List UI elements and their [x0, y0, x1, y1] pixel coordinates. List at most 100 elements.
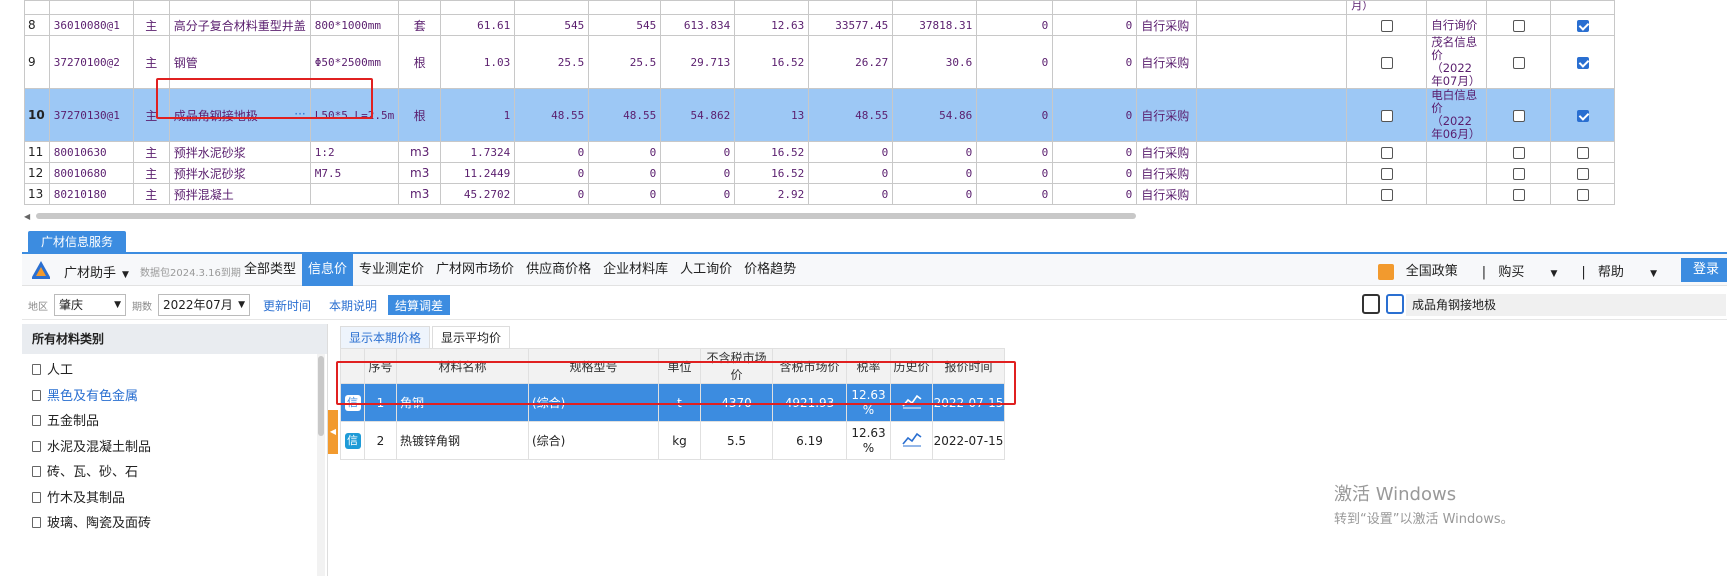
checkbox-icon[interactable]: [1512, 109, 1525, 122]
material-name[interactable]: 热镀锌角钢: [396, 421, 529, 460]
price-3[interactable]: 0: [660, 141, 736, 163]
checkbox-icon[interactable]: [1512, 167, 1525, 180]
checkbox-3[interactable]: [1550, 141, 1616, 163]
checkbox-icon[interactable]: [1380, 19, 1393, 32]
unlock-icon[interactable]: [1386, 294, 1404, 314]
price-1[interactable]: 48.55: [514, 88, 590, 142]
material-unit[interactable]: m3: [398, 141, 442, 163]
sidebar-item[interactable]: 水泥及混凝土制品: [22, 435, 327, 461]
quantity[interactable]: 61.61: [440, 14, 516, 36]
purchase-source[interactable]: 自行采购: [1136, 88, 1198, 142]
price-source[interactable]: [1426, 183, 1488, 205]
material-code[interactable]: 37270100@2: [48, 35, 134, 89]
checkbox-icon[interactable]: [1576, 56, 1589, 69]
material-unit[interactable]: 根: [398, 88, 442, 142]
history-price[interactable]: [890, 421, 933, 460]
material-type[interactable]: 主: [132, 141, 170, 163]
price-3[interactable]: 0: [660, 162, 736, 184]
amount-1[interactable]: 33577.45: [808, 14, 894, 36]
value-7[interactable]: 0: [976, 141, 1054, 163]
material-code[interactable]: 80010630: [48, 141, 134, 163]
tax-rate[interactable]: 16.52: [734, 162, 810, 184]
amount-2[interactable]: 54.86: [892, 88, 978, 142]
checkbox-icon[interactable]: [1576, 146, 1589, 159]
value-8[interactable]: 0: [1052, 14, 1138, 36]
row-number[interactable]: 10: [24, 88, 50, 142]
price-2[interactable]: 0: [588, 141, 662, 163]
checkbox-icon[interactable]: [1576, 109, 1589, 122]
info-badge-cell[interactable]: 信: [340, 421, 365, 460]
material-name[interactable]: 预拌混凝土: [168, 183, 311, 205]
checkbox-3[interactable]: [1550, 35, 1616, 89]
material-code[interactable]: 80210180: [48, 183, 134, 205]
price-3[interactable]: 54.862: [660, 88, 736, 142]
price-1[interactable]: 545: [514, 14, 590, 36]
nav-tab-3[interactable]: 广材网市场价: [430, 254, 520, 286]
nav-tab-6[interactable]: 人工询价: [674, 254, 738, 286]
sidebar-item[interactable]: 黑色及有色金属: [22, 384, 327, 410]
material-unit[interactable]: 根: [398, 35, 442, 89]
amount-1[interactable]: 0: [808, 162, 894, 184]
tax-rate[interactable]: 13: [734, 88, 810, 142]
checkbox-3[interactable]: [1550, 162, 1616, 184]
brand-menu[interactable]: 广材助手 ▼: [64, 262, 129, 281]
checkbox-icon[interactable]: [1380, 188, 1393, 201]
amount-2[interactable]: 0: [892, 141, 978, 163]
checkbox-1[interactable]: [1346, 14, 1428, 36]
table-row[interactable]: 8 36010080@1 主高分子复合材料重型井盖 800*1000mm 套 61.61 5…: [24, 14, 1616, 36]
scroll-left-arrow-icon[interactable]: ◀: [24, 212, 30, 221]
collapse-sidebar-button[interactable]: ◀: [328, 410, 338, 454]
purchase-source[interactable]: 自行采购: [1136, 162, 1198, 184]
checkbox-3[interactable]: [1550, 183, 1616, 205]
price-2[interactable]: 0: [588, 183, 662, 205]
checkbox-icon[interactable]: [1380, 167, 1393, 180]
row-number[interactable]: 11: [24, 141, 50, 163]
checkbox-2[interactable]: [1486, 35, 1552, 89]
tax-rate[interactable]: 2.92: [734, 183, 810, 205]
tab-info-service[interactable]: 广材信息服务: [28, 231, 126, 253]
blank-cell[interactable]: [1196, 14, 1348, 36]
table-row[interactable]: 12 80010680 主预拌水泥砂浆 M7.5 m3 11.2449 0 0 0 16.52 0 0…: [24, 162, 1616, 184]
value-7[interactable]: 0: [976, 88, 1054, 142]
checkbox-1[interactable]: [1346, 141, 1428, 163]
checkbox-icon[interactable]: [1512, 188, 1525, 201]
price-source[interactable]: 自行询价: [1426, 14, 1488, 36]
value-7[interactable]: 0: [976, 183, 1054, 205]
material-spec[interactable]: M7.5: [309, 162, 400, 184]
price-2[interactable]: 545: [588, 14, 662, 36]
lock-icon[interactable]: [1362, 294, 1380, 314]
quantity[interactable]: 1.03: [440, 35, 516, 89]
material-name[interactable]: 预拌水泥砂浆: [168, 162, 311, 184]
checkbox-icon[interactable]: [1512, 19, 1525, 32]
checkbox-icon[interactable]: [1512, 146, 1525, 159]
checkbox-icon[interactable]: [1380, 146, 1393, 159]
nav-tab-7[interactable]: 价格趋势: [738, 254, 802, 286]
purchase-source[interactable]: 自行采购: [1136, 141, 1198, 163]
tab-average-price[interactable]: 显示平均价: [432, 326, 511, 348]
period-description-button[interactable]: 本期说明: [322, 295, 384, 315]
material-code[interactable]: 37270130@1: [48, 88, 134, 142]
price-1[interactable]: 0: [514, 162, 590, 184]
price-source[interactable]: 茂名信息价（2022年07月）: [1426, 35, 1488, 89]
policy-link[interactable]: 全国政策: [1370, 260, 1474, 280]
blank-cell[interactable]: [1196, 183, 1348, 205]
table-row[interactable]: 信 2 热镀锌角钢 (综合) kg 5.5 6.19 12.63% 2022-07-15: [340, 421, 1005, 460]
quantity[interactable]: 11.2449: [440, 162, 516, 184]
price-1[interactable]: 0: [514, 141, 590, 163]
checkbox-2[interactable]: [1486, 14, 1552, 36]
purchase-source[interactable]: 自行采购: [1136, 35, 1198, 89]
region-select[interactable]: 肇庆 ▼: [54, 294, 126, 316]
row-number[interactable]: 9: [24, 35, 50, 89]
amount-2[interactable]: 0: [892, 183, 978, 205]
checkbox-2[interactable]: [1486, 141, 1552, 163]
material-spec[interactable]: 800*1000mm: [309, 14, 400, 36]
amount-1[interactable]: 48.55: [808, 88, 894, 142]
purchase-source[interactable]: 自行采购: [1136, 14, 1198, 36]
quantity[interactable]: 45.2702: [440, 183, 516, 205]
checkbox-icon[interactable]: [1576, 188, 1589, 201]
price-3[interactable]: 0: [660, 183, 736, 205]
nav-tab-0[interactable]: 全部类型: [238, 254, 302, 286]
checkbox-2[interactable]: [1486, 88, 1552, 142]
buy-menu[interactable]: | 购买 ▼: [1474, 261, 1574, 280]
sidebar-scrollbar[interactable]: [317, 354, 325, 576]
